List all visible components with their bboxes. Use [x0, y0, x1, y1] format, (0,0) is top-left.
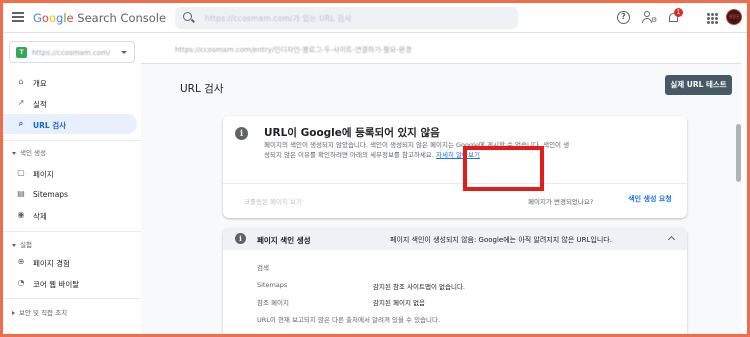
sidebar-item-overview[interactable]: ⌂ 개요	[3, 72, 137, 92]
inspected-url-bar: https://ccosmam.com/entry/인디자인-블로그-두-사이트…	[141, 34, 741, 64]
request-indexing-button[interactable]: 색인 생성 요청	[621, 189, 679, 209]
section-label: 색인 생성	[20, 149, 46, 157]
logo-letter: e	[66, 11, 74, 25]
page-experience-icon: ⊕	[17, 257, 25, 266]
sidebar-item-url-inspection[interactable]: ⌕ URL 검사	[3, 114, 137, 134]
property-selector[interactable]: T https://ccosmam.com/	[9, 41, 135, 63]
sidebar-item-label: 페이지	[33, 170, 54, 179]
sidebar-item-label: URL 검사	[33, 121, 67, 130]
scrollbar[interactable]	[736, 124, 741, 182]
collapse-arrow-icon	[12, 243, 16, 247]
sidebar-item-page-experience[interactable]: ⊕ 페이지 경험	[3, 252, 137, 272]
detail-label: Sitemaps	[257, 281, 288, 289]
chevron-down-icon	[121, 51, 127, 54]
page-indexing-title: 페이지 색인 생성	[257, 236, 311, 245]
page-changed-text: 페이지가 변경되었나요?	[528, 198, 594, 206]
notification-badge: 1	[674, 8, 683, 17]
chevron-up-icon[interactable]	[667, 235, 676, 244]
trending-up-icon: ↗	[17, 98, 25, 107]
sitemap-icon: ▤	[17, 189, 25, 198]
status-heading: URL이 Google에 등록되어 있지 않음	[264, 127, 440, 139]
main-content: https://ccosmam.com/entry/인디자인-블로그-두-사이트…	[141, 34, 741, 334]
home-icon: ⌂	[18, 77, 24, 86]
logo-letter: o	[48, 11, 57, 25]
property-name: https://ccosmam.com/	[32, 49, 111, 57]
live-url-test-button[interactable]: 실제 URL 테스트	[665, 75, 732, 95]
logo-letter: o	[41, 11, 49, 25]
expand-arrow-icon	[12, 311, 15, 315]
inspected-url[interactable]: https://ccosmam.com/entry/인디자인-블로그-두-사이트…	[175, 45, 412, 55]
url-inspect-search-bar[interactable]: https://ccosmam.com/가 있는 URL 검사	[175, 7, 518, 29]
logo-suffix: Search Console	[77, 11, 167, 25]
sidebar-item-label: 페이지 경험	[33, 259, 70, 268]
sidebar-item-label: 코어 웹 바이탈	[33, 280, 80, 289]
sidebar-divider	[3, 298, 141, 299]
index-status-card: i URL이 Google에 등록되어 있지 않음 페이지의 색인이 생성되지 …	[223, 116, 687, 218]
speed-gauge-icon: ◔	[17, 278, 25, 287]
info-icon: i	[235, 233, 246, 244]
top-bar: Google Search Console https://ccosmam.co…	[3, 3, 747, 33]
page-icon: ▢	[17, 168, 25, 177]
app-window: Google Search Console https://ccosmam.co…	[3, 3, 747, 334]
property-badge-icon: T	[16, 47, 27, 58]
search-placeholder: https://ccosmam.com/가 있는 URL 검사	[205, 14, 352, 23]
detail-value: 감지된 페이지 없음	[373, 299, 425, 307]
sidebar-section-security[interactable]: 보안 및 직접 조치	[12, 307, 67, 317]
detail-value: 감지된 참조 사이트맵이 없습니다.	[373, 283, 465, 291]
menu-icon[interactable]	[12, 12, 24, 22]
detail-label: 참조 페이지	[257, 299, 289, 307]
help-icon[interactable]: ?	[617, 11, 630, 24]
sidebar-section-indexing[interactable]: 색인 생성	[12, 147, 46, 157]
sidebar-item-label: 개요	[33, 79, 47, 88]
sidebar-item-core-web-vitals[interactable]: ◔ 코어 웹 바이탈	[3, 273, 137, 293]
page-indexing-header[interactable]: i 페이지 색인 생성 페이지 색인이 생성되지 않음: Google에는 아직…	[223, 228, 687, 250]
search-console-logo[interactable]: Google Search Console	[33, 11, 166, 25]
visibility-off-icon: ◉	[17, 210, 25, 219]
discovery-section-label: 검색	[257, 264, 269, 272]
card-divider	[223, 183, 687, 184]
highlight-box	[463, 146, 544, 191]
sidebar-divider	[3, 231, 141, 232]
footer-note: URL이 현재 보고되지 않은 다른 출처에서 알려져 있을 수 있습니다.	[257, 316, 441, 324]
sidebar-item-removals[interactable]: ◉ 삭제	[3, 205, 137, 225]
section-label: 실험	[20, 241, 32, 249]
sidebar-divider	[3, 140, 141, 141]
notifications-bell-icon[interactable]: 1	[668, 8, 683, 24]
sidebar-item-sitemaps[interactable]: ▤ Sitemaps	[3, 184, 137, 204]
sidebar-section-experience[interactable]: 실험	[12, 239, 32, 249]
sidebar-item-label: 실적	[33, 100, 47, 109]
page-title: URL 검사	[180, 83, 224, 95]
search-icon	[183, 12, 192, 21]
info-icon: i	[235, 127, 248, 140]
page-indexing-summary: 페이지 색인이 생성되지 않음: Google에는 아직 알려지지 않은 URL…	[390, 236, 612, 244]
page-indexing-card: i 페이지 색인 생성 페이지 색인이 생성되지 않음: Google에는 아직…	[223, 228, 687, 334]
logo-letter: G	[33, 11, 42, 25]
collapse-arrow-icon	[12, 151, 16, 155]
account-avatar[interactable]: 결정권	[726, 9, 742, 25]
sidebar-item-performance[interactable]: ↗ 실적	[3, 93, 137, 113]
section-label: 보안 및 직접 조치	[19, 309, 68, 317]
search-console-settings-icon[interactable]: ⚙	[642, 11, 657, 24]
search-icon: ⌕	[18, 119, 24, 128]
sidebar-item-label: 삭제	[33, 212, 47, 221]
view-crawled-page-link[interactable]: 크롤링된 페이지 보기	[244, 196, 302, 206]
sidebar-item-pages[interactable]: ▢ 페이지	[3, 163, 137, 183]
sidebar-item-label: Sitemaps	[33, 190, 68, 199]
google-apps-icon[interactable]	[707, 13, 718, 24]
sidebar: T https://ccosmam.com/ ⌂ 개요 ↗ 실적 ⌕ URL 검…	[3, 34, 141, 334]
